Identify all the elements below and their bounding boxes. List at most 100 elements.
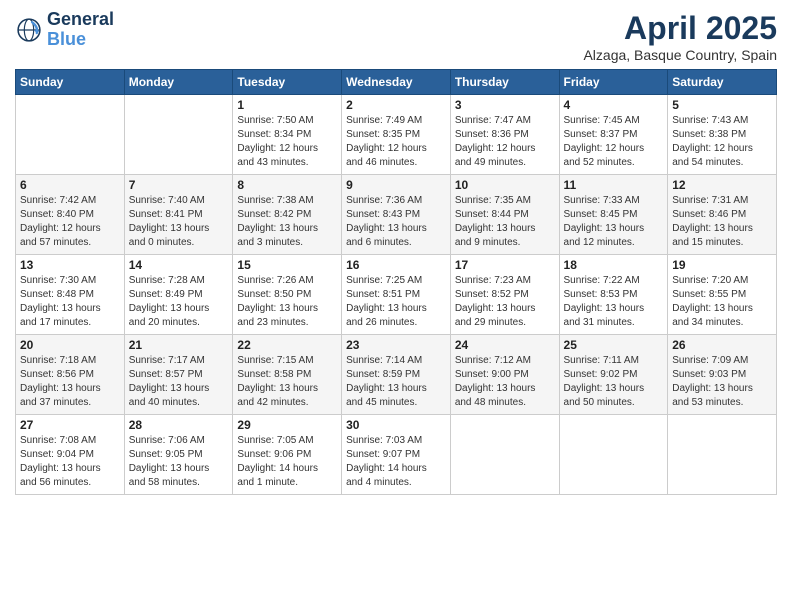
day-number: 28: [129, 418, 229, 432]
calendar-cell: 18 Sunrise: 7:22 AM Sunset: 8:53 PM Dayli…: [559, 255, 668, 335]
page: General Blue April 2025 Alzaga, Basque C…: [0, 0, 792, 612]
cell-info: Sunrise: 7:18 AM Sunset: 8:56 PM Dayligh…: [20, 354, 120, 410]
day-number: 17: [455, 258, 555, 272]
cell-info: Sunrise: 7:35 AM Sunset: 8:44 PM Dayligh…: [455, 194, 555, 250]
calendar-cell: [16, 95, 125, 175]
cell-info: Sunrise: 7:30 AM Sunset: 8:48 PM Dayligh…: [20, 274, 120, 330]
cell-info: Sunrise: 7:03 AM Sunset: 9:07 PM Dayligh…: [346, 434, 446, 490]
calendar-cell: 9 Sunrise: 7:36 AM Sunset: 8:43 PM Daylig…: [342, 175, 451, 255]
calendar-cell: 14Sunrise: 7:28 AM Sunset: 8:49 PM Dayli…: [124, 255, 233, 335]
calendar-cell: [668, 415, 777, 495]
cell-info: Sunrise: 7:36 AM Sunset: 8:43 PM Dayligh…: [346, 194, 446, 250]
day-number: 13: [20, 258, 120, 272]
calendar-cell: 12 Sunrise: 7:31 AM Sunset: 8:46 PM Dayli…: [668, 175, 777, 255]
cell-info: Sunrise: 7:42 AM Sunset: 8:40 PM Dayligh…: [20, 194, 120, 250]
day-number: 9: [346, 178, 446, 192]
weekday-header-friday: Friday: [559, 70, 668, 95]
weekday-header-wednesday: Wednesday: [342, 70, 451, 95]
cell-info: Sunrise: 7:20 AM Sunset: 8:55 PM Dayligh…: [672, 274, 772, 330]
day-number: 12: [672, 178, 772, 192]
day-number: 20: [20, 338, 120, 352]
calendar-cell: 4 Sunrise: 7:45 AM Sunset: 8:37 PM Daylig…: [559, 95, 668, 175]
calendar-cell: 28 Sunrise: 7:06 AM Sunset: 9:05 PM Dayli…: [124, 415, 233, 495]
day-number: 19: [672, 258, 772, 272]
day-number: 22: [237, 338, 337, 352]
weekday-header-sunday: Sunday: [16, 70, 125, 95]
logo-icon: [15, 16, 43, 44]
day-number: 11: [564, 178, 664, 192]
logo-line1: General: [47, 10, 114, 30]
cell-info: Sunrise: 7:15 AM Sunset: 8:58 PM Dayligh…: [237, 354, 337, 410]
calendar-cell: 7Sunrise: 7:40 AM Sunset: 8:41 PM Daylig…: [124, 175, 233, 255]
month-title: April 2025: [583, 10, 777, 47]
day-number: 4: [564, 98, 664, 112]
cell-info: Sunrise: 7:47 AM Sunset: 8:36 PM Dayligh…: [455, 114, 555, 170]
location: Alzaga, Basque Country, Spain: [583, 47, 777, 63]
calendar-cell: 13 Sunrise: 7:30 AM Sunset: 8:48 PM Dayli…: [16, 255, 125, 335]
day-number: 6: [20, 178, 120, 192]
cell-info: Sunrise: 7:38 AM Sunset: 8:42 PM Dayligh…: [237, 194, 337, 250]
cell-info: Sunrise: 7:06 AM Sunset: 9:05 PM Dayligh…: [129, 434, 229, 490]
calendar-cell: 10 Sunrise: 7:35 AM Sunset: 8:44 PM Dayli…: [450, 175, 559, 255]
calendar-cell: 16Sunrise: 7:25 AM Sunset: 8:51 PM Dayli…: [342, 255, 451, 335]
calendar-cell: 29Sunrise: 7:05 AM Sunset: 9:06 PM Dayli…: [233, 415, 342, 495]
cell-info: Sunrise: 7:11 AM Sunset: 9:02 PM Dayligh…: [564, 354, 664, 410]
calendar-body: 1 Sunrise: 7:50 AM Sunset: 8:34 PM Daylig…: [16, 95, 777, 495]
cell-info: Sunrise: 7:45 AM Sunset: 8:37 PM Dayligh…: [564, 114, 664, 170]
calendar-cell: [450, 415, 559, 495]
cell-info: Sunrise: 7:09 AM Sunset: 9:03 PM Dayligh…: [672, 354, 772, 410]
cell-info: Sunrise: 7:31 AM Sunset: 8:46 PM Dayligh…: [672, 194, 772, 250]
calendar-cell: 2 Sunrise: 7:49 AM Sunset: 8:35 PM Daylig…: [342, 95, 451, 175]
day-number: 29: [237, 418, 337, 432]
weekday-header-tuesday: Tuesday: [233, 70, 342, 95]
day-number: 7: [129, 178, 229, 192]
cell-info: Sunrise: 7:49 AM Sunset: 8:35 PM Dayligh…: [346, 114, 446, 170]
cell-info: Sunrise: 7:12 AM Sunset: 9:00 PM Dayligh…: [455, 354, 555, 410]
calendar-cell: 27 Sunrise: 7:08 AM Sunset: 9:04 PM Dayli…: [16, 415, 125, 495]
calendar-cell: 11 Sunrise: 7:33 AM Sunset: 8:45 PM Dayli…: [559, 175, 668, 255]
cell-info: Sunrise: 7:17 AM Sunset: 8:57 PM Dayligh…: [129, 354, 229, 410]
logo-text: General Blue: [47, 10, 114, 50]
calendar-cell: 30 Sunrise: 7:03 AM Sunset: 9:07 PM Dayli…: [342, 415, 451, 495]
calendar-cell: 25Sunrise: 7:11 AM Sunset: 9:02 PM Dayli…: [559, 335, 668, 415]
day-number: 21: [129, 338, 229, 352]
day-number: 16: [346, 258, 446, 272]
day-number: 8: [237, 178, 337, 192]
logo-line2: Blue: [47, 30, 114, 50]
cell-info: Sunrise: 7:08 AM Sunset: 9:04 PM Dayligh…: [20, 434, 120, 490]
week-row-4: 20 Sunrise: 7:18 AM Sunset: 8:56 PM Dayli…: [16, 335, 777, 415]
calendar-cell: 5 Sunrise: 7:43 AM Sunset: 8:38 PM Daylig…: [668, 95, 777, 175]
calendar-cell: 3Sunrise: 7:47 AM Sunset: 8:36 PM Daylig…: [450, 95, 559, 175]
weekday-header-monday: Monday: [124, 70, 233, 95]
day-number: 1: [237, 98, 337, 112]
cell-info: Sunrise: 7:33 AM Sunset: 8:45 PM Dayligh…: [564, 194, 664, 250]
cell-info: Sunrise: 7:43 AM Sunset: 8:38 PM Dayligh…: [672, 114, 772, 170]
calendar-cell: 17 Sunrise: 7:23 AM Sunset: 8:52 PM Dayli…: [450, 255, 559, 335]
calendar-cell: 15Sunrise: 7:26 AM Sunset: 8:50 PM Dayli…: [233, 255, 342, 335]
cell-info: Sunrise: 7:50 AM Sunset: 8:34 PM Dayligh…: [237, 114, 337, 170]
week-row-2: 6 Sunrise: 7:42 AM Sunset: 8:40 PM Daylig…: [16, 175, 777, 255]
cell-info: Sunrise: 7:22 AM Sunset: 8:53 PM Dayligh…: [564, 274, 664, 330]
calendar-cell: 8 Sunrise: 7:38 AM Sunset: 8:42 PM Daylig…: [233, 175, 342, 255]
day-number: 2: [346, 98, 446, 112]
day-number: 27: [20, 418, 120, 432]
day-number: 5: [672, 98, 772, 112]
day-number: 30: [346, 418, 446, 432]
weekday-header-row: SundayMondayTuesdayWednesdayThursdayFrid…: [16, 70, 777, 95]
calendar-cell: [559, 415, 668, 495]
calendar-cell: 20 Sunrise: 7:18 AM Sunset: 8:56 PM Dayli…: [16, 335, 125, 415]
calendar-cell: 26 Sunrise: 7:09 AM Sunset: 9:03 PM Dayli…: [668, 335, 777, 415]
calendar-cell: 21 Sunrise: 7:17 AM Sunset: 8:57 PM Dayli…: [124, 335, 233, 415]
week-row-3: 13 Sunrise: 7:30 AM Sunset: 8:48 PM Dayli…: [16, 255, 777, 335]
weekday-header-saturday: Saturday: [668, 70, 777, 95]
calendar-table: SundayMondayTuesdayWednesdayThursdayFrid…: [15, 69, 777, 495]
logo: General Blue: [15, 10, 114, 50]
calendar-cell: 22 Sunrise: 7:15 AM Sunset: 8:58 PM Dayli…: [233, 335, 342, 415]
day-number: 10: [455, 178, 555, 192]
day-number: 23: [346, 338, 446, 352]
cell-info: Sunrise: 7:26 AM Sunset: 8:50 PM Dayligh…: [237, 274, 337, 330]
weekday-header-thursday: Thursday: [450, 70, 559, 95]
cell-info: Sunrise: 7:23 AM Sunset: 8:52 PM Dayligh…: [455, 274, 555, 330]
day-number: 18: [564, 258, 664, 272]
day-number: 26: [672, 338, 772, 352]
